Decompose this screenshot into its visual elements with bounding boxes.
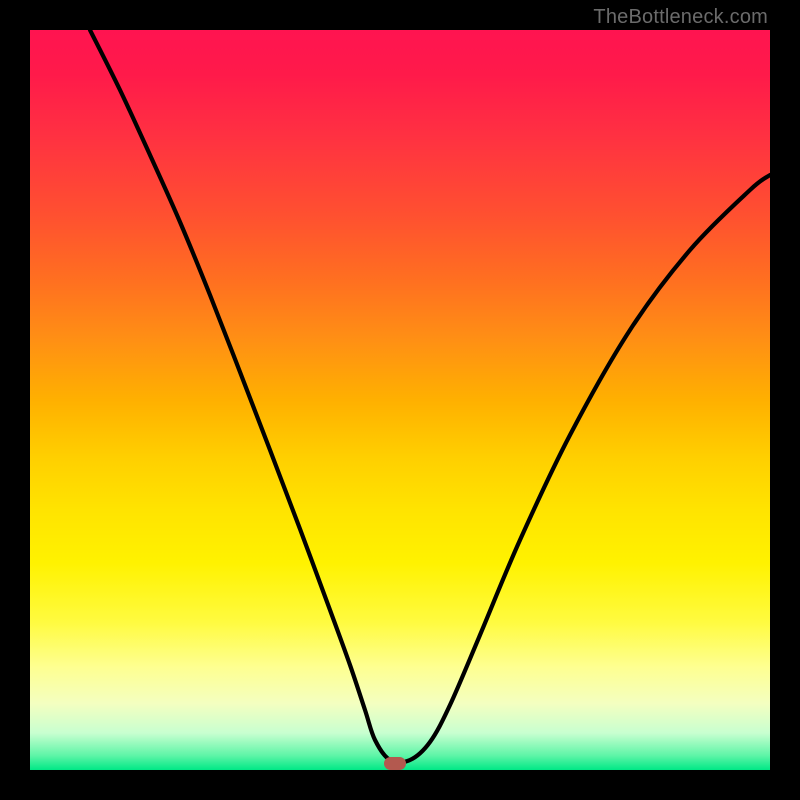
outer-frame: TheBottleneck.com [0,0,800,800]
bottleneck-curve [30,30,770,770]
optimum-marker [384,757,406,770]
plot-area [30,30,770,770]
watermark-text: TheBottleneck.com [593,6,768,29]
